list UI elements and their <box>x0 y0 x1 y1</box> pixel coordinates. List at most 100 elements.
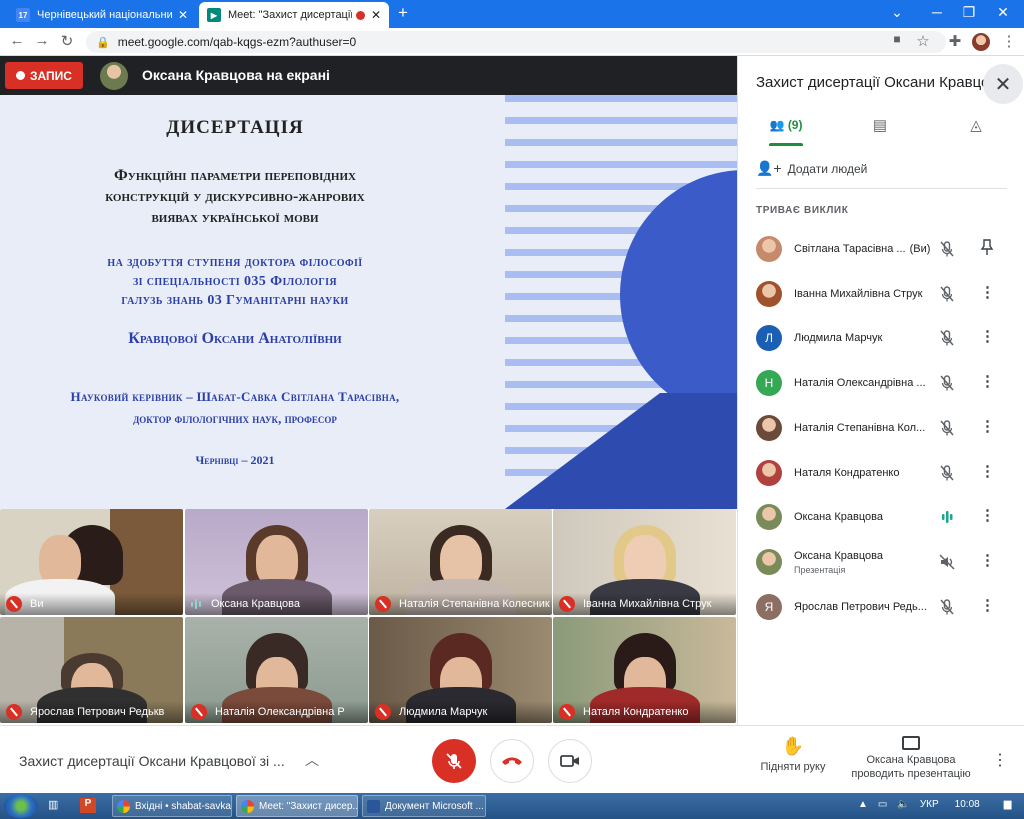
more-options-icon[interactable]: ⋮ <box>980 462 995 480</box>
close-window-button[interactable]: ✕ <box>988 4 1018 21</box>
bookmark-star-icon[interactable]: ☆ <box>914 32 932 50</box>
video-tile-yaroslav[interactable]: Ярослав Петрович Редькв <box>0 617 183 723</box>
tray-arrow-icon[interactable]: ▲ <box>858 799 868 810</box>
participant-name: Оксана Кравцова <box>794 511 883 523</box>
slide-thesis-title: Функційні параметри переповідних констру… <box>105 167 365 226</box>
language-indicator[interactable]: УКР <box>920 799 939 810</box>
tab-people[interactable]: 👥 (9) <box>756 118 816 132</box>
tab-chat[interactable]: ▤ <box>850 116 910 134</box>
chevron-up-icon[interactable]: ︿ <box>305 750 319 770</box>
mic-off-icon <box>939 374 955 392</box>
more-options-icon[interactable]: ⋮ <box>992 750 1008 770</box>
powerpoint-icon[interactable]: P <box>80 798 96 813</box>
taskbar-item-gmail[interactable]: Вхідні • shabat-savka... <box>112 795 232 817</box>
people-panel: Захист дисертації Оксани Кравцової ✕ 👥 (… <box>737 56 1024 725</box>
video-tile-natalia-kolesnyk[interactable]: Наталія Степанівна Колесник <box>369 509 552 615</box>
camera-icon <box>560 755 579 767</box>
taskbar-item-meet[interactable]: Meet: "Захист дисер... <box>236 795 358 817</box>
speaking-indicator-icon <box>191 598 203 610</box>
start-button[interactable] <box>4 794 38 818</box>
avatar <box>756 281 782 307</box>
close-panel-button[interactable]: ✕ <box>983 64 1023 104</box>
participant-name: Людмила Марчук <box>794 332 883 344</box>
participant-row[interactable]: Оксана Кравцова ⋮ <box>756 498 1011 538</box>
browser-tab-university[interactable]: 17 Чернівецький національний ун ✕ <box>8 2 196 28</box>
clock[interactable]: 10:08 <box>955 799 980 810</box>
meet-icon: ▶ <box>207 8 221 22</box>
more-options-icon[interactable]: ⋮ <box>980 551 995 569</box>
participant-subtitle: Презентація <box>794 565 846 575</box>
new-tab-button[interactable]: + <box>398 3 408 23</box>
reload-icon[interactable]: ↻ <box>58 32 76 50</box>
show-desktop-icon[interactable]: ▥ <box>48 798 58 811</box>
video-tile-liudmyla[interactable]: Людмила Марчук <box>369 617 552 723</box>
back-icon[interactable]: ← <box>8 32 26 49</box>
mic-off-icon <box>6 704 22 720</box>
mic-off-icon <box>559 704 575 720</box>
recording-dot-icon <box>355 10 365 20</box>
participant-row[interactable]: Світлана Тарасівна ... (Ви) <box>756 230 1011 270</box>
participant-name: Оксана Кравцова <box>794 550 883 562</box>
more-options-icon[interactable]: ⋮ <box>980 372 995 390</box>
minimize-button[interactable]: ─ <box>922 4 952 20</box>
video-tile-oksana[interactable]: Оксана Кравцова <box>185 509 368 615</box>
more-options-icon[interactable]: ⋮ <box>980 506 995 524</box>
participant-row[interactable]: Оксана Кравцова Презентація ⋮ <box>756 543 1011 583</box>
more-options-icon[interactable]: ⋮ <box>980 417 995 435</box>
tab-activities[interactable]: ◬ <box>946 116 1006 134</box>
leave-call-button[interactable] <box>490 739 534 783</box>
mic-off-icon <box>939 329 955 347</box>
presentation-slide: ДИСЕРТАЦІЯ Функційні параметри переповід… <box>0 95 737 509</box>
participant-row[interactable]: Л Людмила Марчук ⋮ <box>756 319 1011 359</box>
more-options-icon[interactable]: ⋮ <box>980 327 995 345</box>
close-tab-icon[interactable]: ✕ <box>178 8 188 22</box>
mic-off-icon <box>375 704 391 720</box>
close-tab-icon[interactable]: ✕ <box>371 8 381 22</box>
taskbar-item-word[interactable]: Документ Microsoft ... <box>362 795 486 817</box>
participant-row[interactable]: Н Наталія Олександрівна ... ⋮ <box>756 364 1011 404</box>
address-bar[interactable]: 🔒 meet.google.com/qab-kqgs-ezm?authuser=… <box>86 31 946 53</box>
browser-tab-bar: 17 Чернівецький національний ун ✕ ▶ Meet… <box>0 0 1024 28</box>
profile-avatar[interactable] <box>972 33 990 51</box>
volume-off-icon <box>939 553 955 571</box>
participant-row[interactable]: Іванна Михайлівна Струк ⋮ <box>756 275 1011 315</box>
video-tile-ivanna[interactable]: Іванна Михайлівна Струк <box>553 509 736 615</box>
browser-menu-icon[interactable]: ⋮ <box>1000 32 1018 50</box>
camera-permission-icon[interactable]: ■ <box>888 32 906 46</box>
network-icon[interactable]: ▭ <box>878 799 887 810</box>
video-tile-you[interactable]: Ви <box>0 509 183 615</box>
raise-hand-button[interactable]: ✋ Підняти руку <box>752 736 834 773</box>
add-people-button[interactable]: 👤+ Додати людей <box>756 160 867 177</box>
participant-row[interactable]: Я Ярослав Петрович Редь... ⋮ <box>756 588 1011 628</box>
extensions-icon[interactable]: ✚ <box>946 32 964 50</box>
windows-taskbar: ▥ P Вхідні • shabat-savka... Meet: "Захи… <box>0 793 1024 819</box>
volume-icon[interactable]: 🔈 <box>897 799 909 810</box>
more-options-icon[interactable]: ⋮ <box>980 596 995 614</box>
slide-degree: на здобуття ступеня доктора філософії зі… <box>107 255 363 308</box>
participant-row[interactable]: Наталя Кондратенко ⋮ <box>756 454 1011 494</box>
notifications-icon[interactable]: ▆ <box>1004 799 1012 810</box>
participant-name: Наталя Кондратенко <box>794 467 900 479</box>
maximize-button[interactable]: ❐ <box>954 4 984 21</box>
slide-city-year: Чернівці – 2021 <box>195 453 275 467</box>
forward-icon[interactable]: → <box>33 32 51 49</box>
more-options-icon[interactable]: ⋮ <box>980 283 995 301</box>
avatar: Л <box>756 325 782 351</box>
present-now-button[interactable]: Оксана Кравцова проводить презентацію <box>845 736 977 781</box>
camera-toggle-button[interactable] <box>548 739 592 783</box>
video-tile-natalia-o[interactable]: Наталія Олександрівна Р <box>185 617 368 723</box>
meeting-name[interactable]: Захист дисертації Оксани Кравцової зі ..… <box>19 753 285 769</box>
chrome-icon <box>117 799 130 813</box>
recording-badge: ЗАПИС <box>5 62 83 89</box>
calendar-icon: 17 <box>16 8 30 22</box>
participant-row[interactable]: Наталія Степанівна Кол... ⋮ <box>756 409 1011 449</box>
pin-icon[interactable] <box>980 238 994 260</box>
tab-search-icon[interactable]: ⌄ <box>882 4 912 21</box>
browser-tab-meet[interactable]: ▶ Meet: "Захист дисертації Ок ✕ <box>199 2 389 28</box>
video-tile-natalia-k[interactable]: Наталя Кондратенко <box>553 617 736 723</box>
browser-toolbar: ← → ↻ 🔒 meet.google.com/qab-kqgs-ezm?aut… <box>0 28 1024 56</box>
hand-icon: ✋ <box>781 736 805 756</box>
divider <box>756 188 1007 189</box>
mic-toggle-button[interactable] <box>432 739 476 783</box>
in-call-label: ТРИВАЄ ВИКЛИК <box>756 205 849 216</box>
